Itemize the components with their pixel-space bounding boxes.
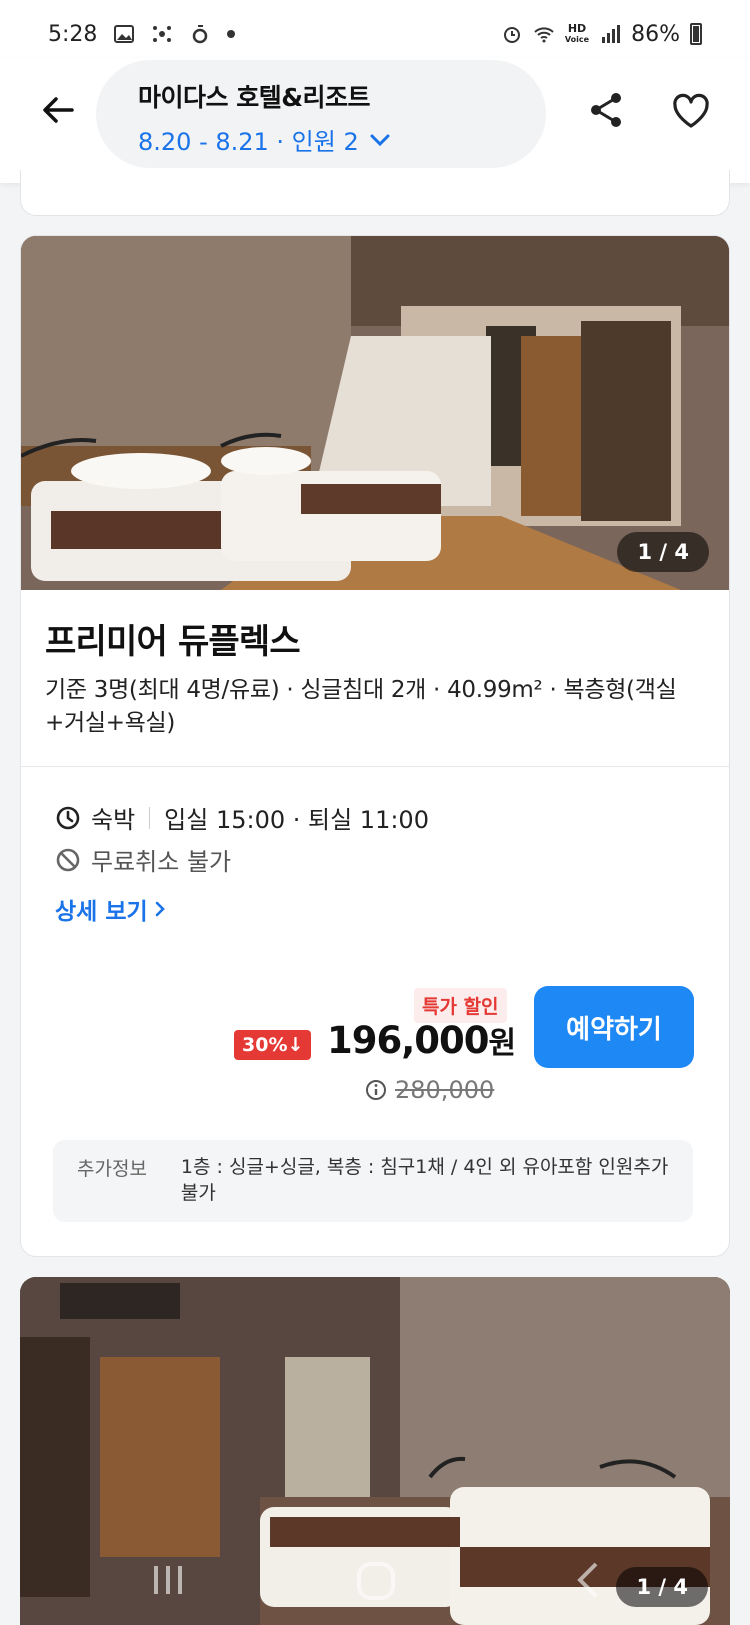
- room-card: 1 / 4 프리미어 듀플렉스 기준 3명(최대 4명/유료) · 싱글침대 2…: [20, 235, 730, 1257]
- cancel-policy-row: 무료취소 불가: [55, 842, 231, 877]
- status-time: 5:28: [48, 21, 98, 47]
- back-nav-icon[interactable]: [574, 1560, 604, 1600]
- wifi-icon: [534, 27, 554, 43]
- divider: [21, 766, 729, 767]
- back-arrow-icon[interactable]: [36, 88, 80, 132]
- sale-price: 196,000원: [327, 1018, 517, 1062]
- info-icon[interactable]: [365, 1079, 387, 1101]
- hd-voice-icon: HD Voice: [564, 21, 590, 44]
- search-summary-pill[interactable]: 마이다스 호텔&리조트 8.20 - 8.21 · 인원 2: [96, 60, 546, 168]
- heart-icon[interactable]: [670, 90, 712, 132]
- date-guest-selector[interactable]: 8.20 - 8.21 · 인원 2: [138, 122, 546, 157]
- extra-info-text: 1층 : 싱글+싱글, 복층 : 침구1채 / 4인 외 유아포함 인원추가 불…: [180, 1156, 669, 1204]
- room-title: 프리미어 듀플렉스: [45, 622, 301, 662]
- original-price: 280,000: [395, 1076, 495, 1104]
- price-value: 196,000: [327, 1019, 490, 1062]
- recent-apps-icon[interactable]: [148, 1560, 188, 1600]
- room-photo[interactable]: 1 / 4: [21, 236, 729, 590]
- system-nav-bar: [0, 1540, 750, 1625]
- network-icon: [153, 26, 172, 42]
- previous-room-card: [20, 170, 730, 216]
- book-button[interactable]: 예약하기: [534, 986, 694, 1068]
- alarm-icon: [503, 27, 520, 43]
- battery-icon: [690, 23, 702, 45]
- clock-icon: [56, 806, 80, 829]
- chevron-right-icon: [155, 901, 165, 917]
- price-unit: 원: [488, 1026, 517, 1061]
- share-icon[interactable]: [586, 90, 626, 130]
- room-description: 기준 3명(최대 4명/유료) · 싱글침대 2개 · 40.99m² · 복층…: [45, 677, 677, 736]
- photo-counter: 1 / 4: [617, 532, 709, 572]
- stay-type: 숙박: [91, 806, 136, 834]
- detail-link[interactable]: 상세 보기: [55, 892, 166, 926]
- no-entry-icon: [56, 848, 80, 871]
- stay-info-row: 숙박 입실 15:00 · 퇴실 11:00: [55, 800, 429, 835]
- check-in-out-times: 입실 15:00 · 퇴실 11:00: [164, 806, 429, 834]
- home-icon[interactable]: [355, 1560, 397, 1602]
- detail-link-label: 상세 보기: [55, 899, 148, 925]
- app-header: 마이다스 호텔&리조트 8.20 - 8.21 · 인원 2: [0, 58, 750, 183]
- date-guest-text: 8.20 - 8.21 · 인원 2: [138, 128, 359, 156]
- cancel-policy: 무료취소 불가: [91, 848, 232, 876]
- extra-info-label: 추가정보: [77, 1158, 147, 1180]
- gallery-icon: [114, 25, 135, 43]
- separator: [149, 806, 151, 829]
- battery-percent: 86%: [631, 21, 680, 47]
- extra-info-box: 추가정보 1층 : 싱글+싱글, 복층 : 침구1채 / 4인 외 유아포함 인…: [53, 1140, 693, 1222]
- discount-badge: 30%↓: [234, 1030, 312, 1060]
- hotel-name: 마이다스 호텔&리조트: [138, 83, 371, 112]
- chevron-down-icon: [370, 134, 390, 146]
- original-price-row: 280,000: [365, 1076, 494, 1104]
- more-notifications-dot: [227, 30, 236, 38]
- signal-icon: [602, 25, 621, 43]
- app-notification-icon: [193, 25, 208, 44]
